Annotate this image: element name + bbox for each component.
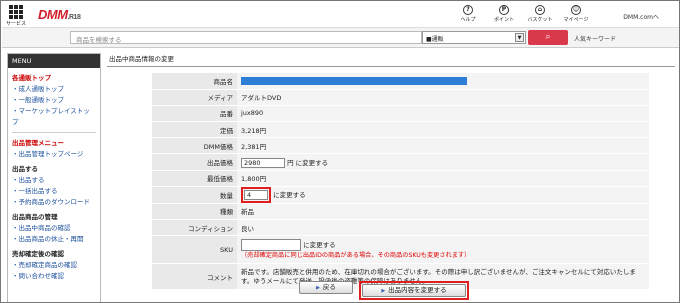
sidebar-link[interactable]: ・売却確定商品の確認 <box>12 260 96 271</box>
row-label: DMM価格 <box>152 137 237 155</box>
user-icon: ☺ <box>571 5 581 15</box>
row-value: jux890 <box>237 105 649 123</box>
search-button[interactable]: ⌕ <box>528 30 568 45</box>
chevron-down-icon: ▼ <box>515 33 524 42</box>
sidebar-link[interactable]: ・出品中商品の確認 <box>12 223 96 234</box>
row-label: 品番 <box>152 105 237 123</box>
service-label: サービス <box>6 21 27 27</box>
sidebar-section-title[interactable]: 各通販トップ <box>12 72 96 82</box>
back-button[interactable]: ▶ 戻る <box>299 281 353 294</box>
popular-keywords-link[interactable]: 人気キーワード <box>574 34 616 43</box>
sidebar-subsection-title: 売却確定後の確認 <box>12 250 64 258</box>
row-label: コメント <box>152 263 237 291</box>
point-icon: P <box>499 5 509 15</box>
row-label: メディア <box>152 89 237 106</box>
search-icon: ⌕ <box>545 32 551 42</box>
global-header: サービス DMM.R18 ? ヘルプ P ポイント ⌂ バスケット ☺ マイページ DM… <box>2 2 679 28</box>
sidebar-link[interactable]: ・出品商品の休止・再開 <box>12 234 96 245</box>
dmm-logo[interactable]: DMM.R18 <box>38 7 81 22</box>
row-value: 2,381円 <box>237 137 649 155</box>
row-label: 商品名 <box>152 73 237 90</box>
table-row: 数量 4 に変更する <box>152 186 649 204</box>
table-row: 品番 jux890 <box>152 105 649 123</box>
table-row: 商品名 <box>152 73 649 90</box>
sidebar-link[interactable]: ・問い合わせ確認 <box>12 271 96 282</box>
row-value: アダルトDVD <box>237 89 649 106</box>
sidebar-link[interactable]: ・成人通販トップ <box>12 84 96 95</box>
sidebar-link[interactable]: ・出品管理トップページ <box>12 149 96 160</box>
category-select[interactable]: ■通販 ▼ <box>422 31 526 44</box>
play-icon: ▶ <box>316 285 320 291</box>
quantity-input[interactable]: 4 <box>244 189 268 200</box>
browser-frame: サービス DMM.R18 ? ヘルプ P ポイント ⌂ バスケット ☺ マイページ DM… <box>0 0 680 303</box>
sidebar-link[interactable]: ・一般通販トップ <box>12 95 96 106</box>
basket-icon: ⌂ <box>535 5 545 15</box>
sku-input[interactable] <box>241 239 301 252</box>
row-value: 3,218円 <box>237 121 649 139</box>
sidebar: MENU 各通販トップ ・成人通販トップ ・一般通販トップ ・マーケットプレイス… <box>7 53 101 302</box>
row-label: コンディション <box>152 219 237 237</box>
table-row: 最低価格 1,800円 <box>152 170 649 187</box>
row-value: 1,800円 <box>237 170 649 187</box>
search-bar: 商品を検索する ■通販 ▼ ⌕ 人気キーワード <box>2 28 679 48</box>
service-menu-button[interactable]: サービス <box>6 5 26 27</box>
table-row: 定価 3,218円 <box>152 121 649 139</box>
row-label: 出品価格 <box>152 153 237 171</box>
sidebar-link[interactable]: ・予約商品のダウンロード <box>12 197 96 208</box>
help-button[interactable]: ? ヘルプ <box>455 5 481 23</box>
row-label: 数量 <box>152 186 237 204</box>
main-content: 出品中商品情報の変更 商品名 メディア アダルトDVD 品番 jux890 定価 3,… <box>107 53 675 302</box>
help-icon: ? <box>463 5 473 15</box>
grid-icon <box>9 5 23 19</box>
basket-button[interactable]: ⌂ バスケット <box>527 5 553 23</box>
table-row: 種類 新品 <box>152 203 649 221</box>
row-label: SKU <box>152 235 237 265</box>
edit-form-table: 商品名 メディア アダルトDVD 品番 jux890 定価 3,218円 DMM価格 2… <box>152 73 649 291</box>
sidebar-subsection-title: 出品商品の管理 <box>12 213 58 221</box>
highlight-box: ▶ 出品内容を変更する <box>359 281 469 300</box>
sidebar-subsection-title: 出品する <box>12 165 38 173</box>
table-row: DMM価格 2,381円 <box>152 137 649 155</box>
row-value: 良い <box>237 219 649 237</box>
price-input[interactable]: 2980 <box>241 157 285 168</box>
row-value: 新品 <box>237 203 649 221</box>
table-row: メディア アダルトDVD <box>152 89 649 106</box>
point-button[interactable]: P ポイント <box>491 5 517 23</box>
table-row: コンディション 良い <box>152 219 649 237</box>
sidebar-link[interactable]: ・出品する <box>12 175 96 186</box>
form-buttons: ▶ 戻る ▶ 出品内容を変更する <box>299 281 469 300</box>
table-row: SKU に変更する （売却確定商品に同じ出品IDの商品がある場合、その商品のSKU… <box>152 235 649 265</box>
row-label: 定価 <box>152 121 237 139</box>
play-icon: ▶ <box>381 288 386 294</box>
sidebar-title: MENU <box>8 54 100 68</box>
row-label: 種類 <box>152 203 237 221</box>
sidebar-link[interactable]: ・マーケットプレイストップ <box>12 106 96 128</box>
sku-warning: （売却確定商品に同じ出品IDの商品がある場合、その商品のSKUも変更されます） <box>241 252 471 260</box>
row-label: 最低価格 <box>152 170 237 187</box>
highlight-box: 4 <box>241 186 271 203</box>
submit-change-button[interactable]: ▶ 出品内容を変更する <box>362 284 466 297</box>
header-icons: ? ヘルプ P ポイント ⌂ バスケット ☺ マイページ <box>455 5 589 23</box>
mypage-button[interactable]: ☺ マイページ <box>563 5 589 23</box>
table-row: 出品価格 2980 円 に変更する <box>152 153 649 171</box>
search-input[interactable]: 商品を検索する <box>70 31 422 44</box>
sidebar-section-title: 出品管理メニュー <box>12 139 64 147</box>
sidebar-link[interactable]: ・一括出品する <box>12 186 96 197</box>
dmm-com-link[interactable]: DMM.comへ <box>623 12 659 21</box>
page-title: 出品中商品情報の変更 <box>107 53 675 67</box>
product-name-redacted <box>241 76 467 85</box>
